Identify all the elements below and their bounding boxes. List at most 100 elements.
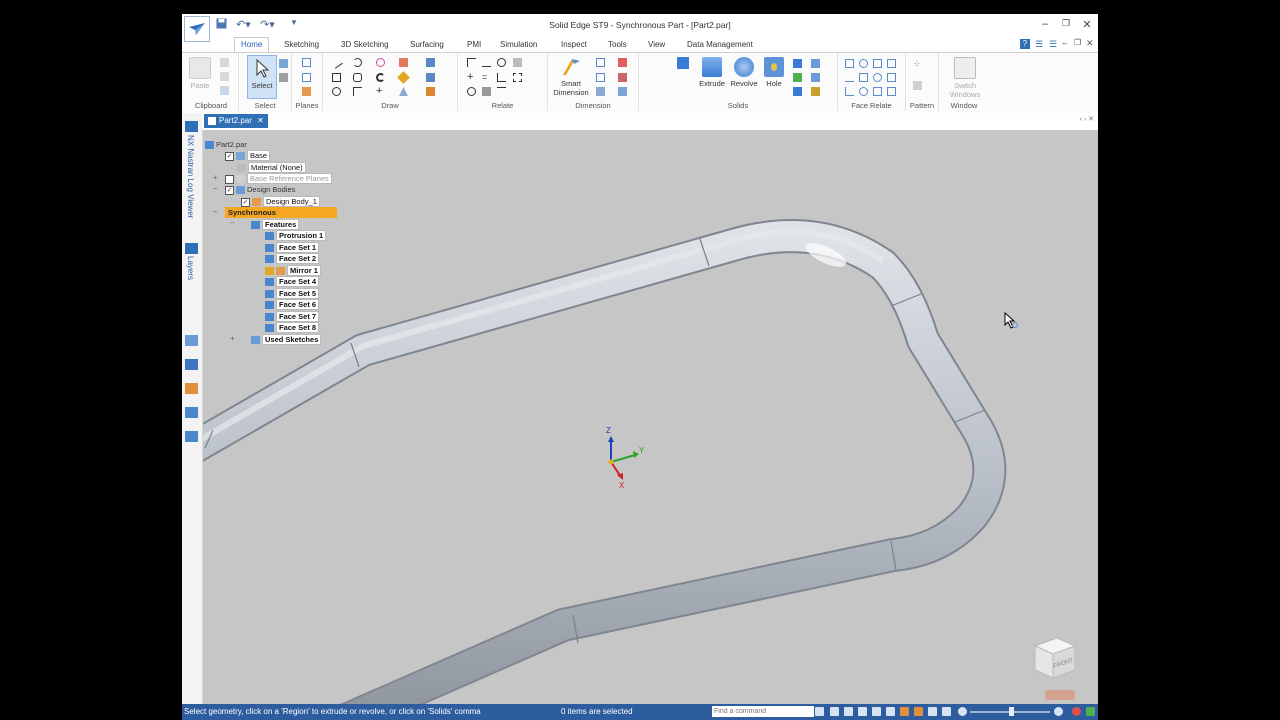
aligned-holes-icon[interactable] (845, 87, 854, 96)
connect-icon[interactable]: + (467, 72, 476, 83)
collapse-icon[interactable]: – (230, 218, 234, 227)
tree-node-used-sketches[interactable]: Used Sketches (251, 334, 322, 345)
thin-wall-icon[interactable] (793, 87, 802, 96)
document-tab[interactable]: Part2.par ✕ (204, 114, 268, 128)
nastran-log-viewer-tab[interactable]: NX Nastran Log Viewer (186, 135, 195, 218)
shading-icon[interactable] (900, 707, 909, 716)
circle-icon[interactable] (332, 87, 341, 96)
lock-icon[interactable] (513, 58, 522, 67)
symmetric-diameter-icon[interactable] (618, 58, 627, 67)
angle-between-icon[interactable] (596, 73, 605, 82)
tree-node-face-set[interactable]: Face Set 2 (265, 253, 320, 264)
tree-node-face-set[interactable]: Face Set 1 (265, 242, 320, 253)
polyline-icon[interactable] (353, 87, 362, 96)
close-button[interactable]: ✕ (1080, 18, 1094, 31)
teamcenter-icon[interactable] (185, 359, 198, 370)
fit-icon[interactable] (830, 707, 839, 716)
coordinate-dimension-icon[interactable] (596, 87, 605, 96)
face-perpendicular-icon[interactable] (859, 73, 868, 82)
tree-node-mirror[interactable]: Mirror 1 (265, 265, 321, 276)
feature-library-icon[interactable] (185, 335, 198, 346)
tab-tools[interactable]: Tools (608, 40, 627, 49)
select-button[interactable]: Select (247, 55, 277, 99)
symmetric-icon[interactable] (513, 73, 522, 82)
tab-home[interactable]: Home (234, 37, 270, 52)
face-ground-icon[interactable] (873, 87, 882, 96)
sheet-metal-icon[interactable] (677, 57, 689, 69)
tab-pmi[interactable]: PMI (467, 40, 481, 49)
command-finder-arrow-icon[interactable] (815, 707, 824, 716)
select-filter-icon[interactable] (279, 59, 288, 68)
arc-icon[interactable] (353, 58, 362, 67)
tree-node-base[interactable]: ✓ Base (225, 150, 271, 161)
tree-node-material[interactable]: Material (None) (237, 162, 306, 173)
notification-icon[interactable] (1086, 707, 1095, 716)
tree-node-face-set[interactable]: Face Set 8 (265, 322, 320, 333)
equal-radius-icon[interactable] (873, 73, 882, 82)
view-cube[interactable]: FRONT (1027, 632, 1083, 688)
thicken-icon[interactable] (811, 73, 820, 82)
equal-icon[interactable]: = (482, 73, 491, 82)
face-concentric-icon[interactable] (859, 59, 868, 68)
rectangle-icon[interactable] (332, 73, 341, 82)
zoom-icon[interactable] (858, 707, 867, 716)
help-icon[interactable]: ? (1020, 39, 1030, 49)
collinear-icon[interactable] (482, 58, 491, 67)
chamfer-dimension-icon[interactable] (618, 87, 627, 96)
hole-button[interactable]: Hole (761, 57, 787, 88)
zoom-slider-thumb[interactable] (1009, 707, 1014, 716)
tree-node-face-set[interactable]: Face Set 7 (265, 311, 320, 322)
format-painter-icon[interactable] (220, 86, 229, 95)
switch-windows-button[interactable]: Switch Windows (947, 57, 983, 99)
doc-restore-icon[interactable]: ❐ (1074, 38, 1081, 47)
tangent-icon[interactable] (467, 87, 476, 96)
select-tools-icon[interactable] (279, 73, 288, 82)
tab-view[interactable]: View (648, 40, 665, 49)
coordinate-system-icon[interactable] (302, 87, 311, 96)
pathfinder-icon[interactable] (185, 121, 198, 132)
move-icon[interactable] (397, 71, 410, 84)
collapse-icon[interactable]: – (213, 184, 217, 193)
tab-surfacing[interactable]: Surfacing (410, 40, 444, 49)
pan-icon[interactable] (872, 707, 881, 716)
cross-icon[interactable]: + (376, 86, 385, 97)
tab-simulation[interactable]: Simulation (500, 40, 537, 49)
parts-library-icon[interactable] (185, 383, 198, 394)
scale-icon[interactable] (426, 73, 435, 82)
tree-root[interactable]: Part2.par (205, 140, 247, 150)
face-rigid-icon[interactable] (859, 87, 868, 96)
graphics-window[interactable]: Part2.par ✓ Base Material (None) + Base R… (203, 130, 1098, 704)
draft-icon[interactable] (793, 73, 802, 82)
face-symmetric-icon[interactable] (887, 59, 896, 68)
pattern-sketch-icon[interactable] (426, 58, 435, 67)
trim-icon[interactable] (376, 73, 385, 82)
expand-icon[interactable]: + (230, 334, 235, 343)
horizontal-vertical-icon[interactable] (497, 73, 506, 82)
tab-inspect[interactable]: Inspect (561, 40, 587, 49)
cut-icon[interactable] (220, 58, 229, 67)
line-icon[interactable] (330, 56, 343, 69)
rotate-icon[interactable] (886, 707, 895, 716)
perpendicular-icon[interactable] (467, 58, 476, 67)
tab-sketching[interactable]: Sketching (284, 40, 319, 49)
distance-between-icon[interactable] (596, 58, 605, 67)
doc-close-icon[interactable]: ✕ (1086, 38, 1094, 49)
zoom-out-icon[interactable] (958, 707, 967, 716)
tree-node-base-planes[interactable]: Base Reference Planes (225, 173, 332, 184)
parallel-icon[interactable] (497, 87, 506, 96)
offset-icon[interactable] (399, 58, 408, 67)
doc-list2-icon[interactable]: ☰ (1049, 39, 1057, 50)
revolve-button[interactable]: Revolve (729, 57, 759, 88)
dimension-axis-icon[interactable] (618, 73, 627, 82)
layers-icon[interactable] (185, 243, 198, 254)
sensors-icon[interactable] (185, 431, 198, 442)
pattern-icon[interactable]: ⁘ (913, 60, 922, 69)
sketch-view-icon[interactable] (914, 707, 923, 716)
copy-icon[interactable] (220, 72, 229, 81)
tab-scroll-icon[interactable]: ‹ › ✕ (1080, 115, 1094, 123)
stretch-icon[interactable] (426, 87, 435, 96)
tree-node-face-set[interactable]: Face Set 4 (265, 276, 320, 287)
face-lock-icon[interactable] (887, 87, 896, 96)
curve-icon[interactable] (376, 58, 385, 67)
round-icon[interactable] (793, 59, 802, 68)
